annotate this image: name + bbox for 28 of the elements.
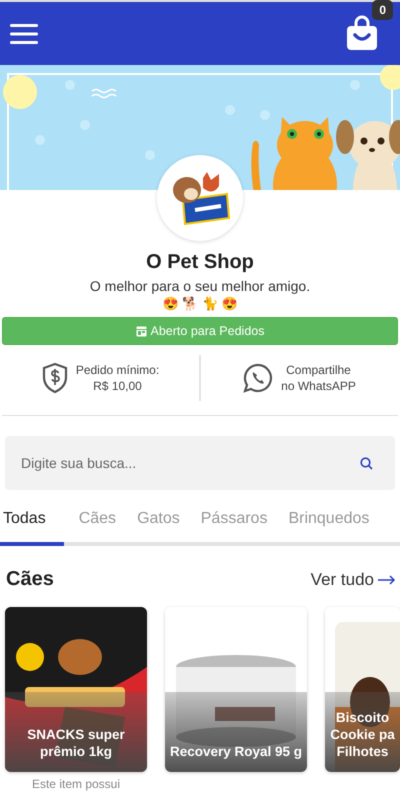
search-icon[interactable]	[360, 457, 373, 470]
product-name: Biscoito Cookie pa Filhotes	[329, 709, 396, 761]
category-tab[interactable]: Cães	[78, 504, 116, 546]
menu-icon[interactable]	[10, 24, 38, 44]
emoji-line: 😍 🐕 🐈 😍	[162, 296, 238, 311]
product-card[interactable]: Recovery Royal 95 g	[165, 607, 307, 772]
arrow-right-icon	[378, 574, 396, 584]
product-name: SNACKS super prêmio 1kg	[26, 726, 126, 761]
store-tagline: O melhor para o seu melhor amigo.	[90, 278, 310, 294]
store-name: O Pet Shop	[146, 251, 254, 274]
whatsapp-icon[interactable]	[243, 363, 274, 393]
shield-dollar-icon	[42, 362, 68, 394]
product-card[interactable]: SNACKS super prêmio 1kg	[5, 607, 147, 772]
category-tab[interactable]: Gatos	[137, 504, 180, 546]
see-all-link[interactable]: Ver tudo	[310, 570, 396, 590]
search-field[interactable]: Digite sua busca...	[5, 436, 395, 490]
shopping-bag-icon[interactable]	[346, 15, 378, 51]
product-name: Recovery Royal 95 g	[168, 743, 304, 761]
section-title: Cães	[6, 568, 54, 591]
category-tab[interactable]: Pássaros	[200, 504, 268, 546]
minimum-order-text: Pedido mínimo: R$ 10,00	[76, 362, 160, 394]
category-tab[interactable]: Brinquedos	[288, 504, 370, 546]
share-on-whatsapp-link[interactable]: Compartilhe no WhatsAPP	[281, 362, 356, 394]
store-icon	[136, 326, 147, 336]
product-note: Este item possui	[32, 777, 120, 791]
cart-count-badge: 0	[372, 0, 393, 20]
product-card[interactable]: Biscoito Cookie pa Filhotes	[325, 607, 400, 772]
category-tab[interactable]: Todas	[0, 504, 64, 546]
